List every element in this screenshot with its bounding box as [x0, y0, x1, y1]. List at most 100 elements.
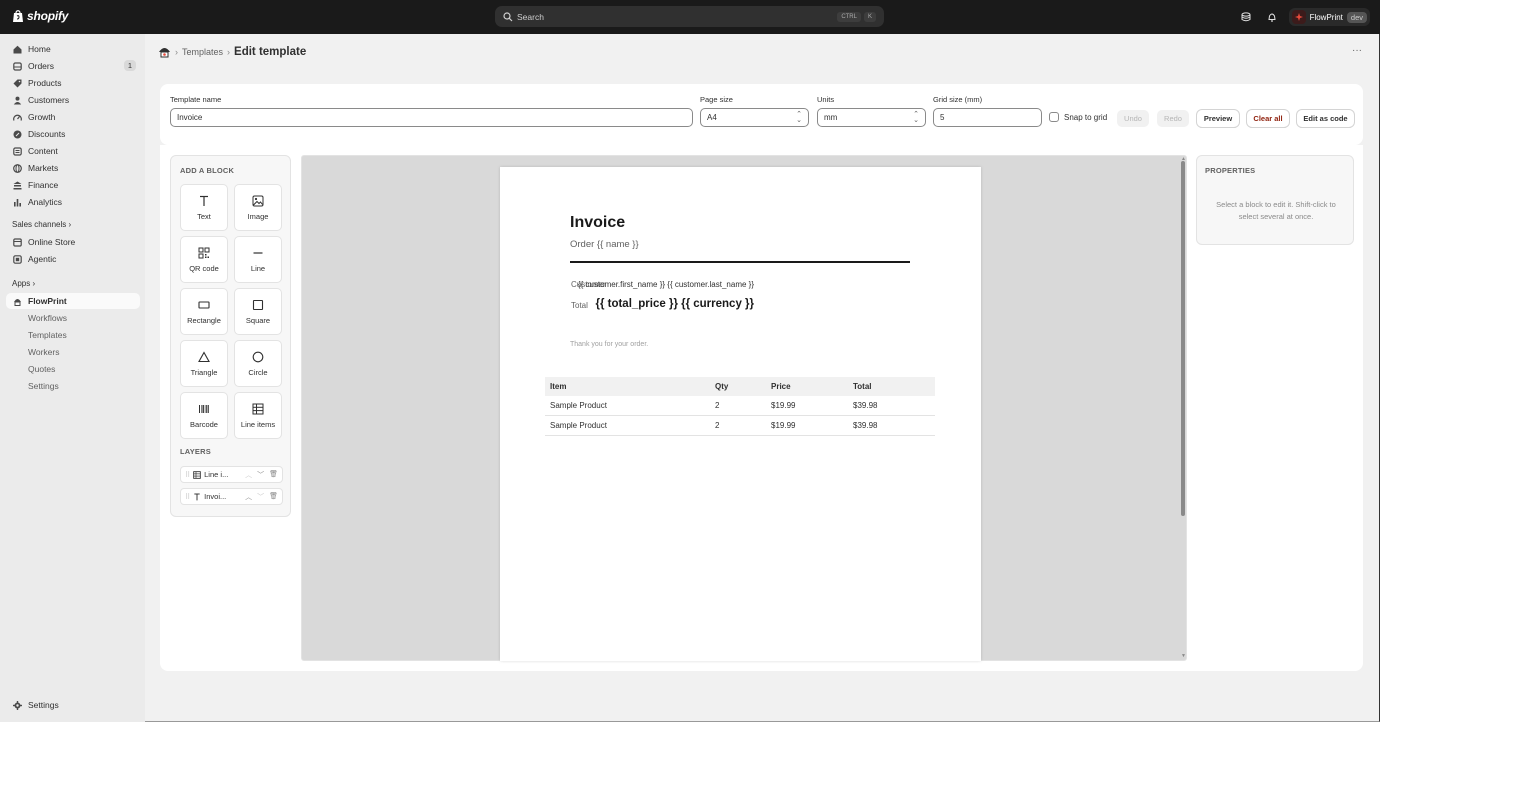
gear-icon	[13, 700, 22, 710]
triangle-icon	[198, 350, 210, 362]
add-text-block-button[interactable]: Text	[180, 184, 228, 231]
sidebar-item-content[interactable]: Content	[6, 143, 140, 159]
sidebar-item-label: Agentic	[28, 254, 57, 264]
agentic-icon	[13, 254, 22, 264]
drag-handle-icon[interactable]: ⠿	[185, 493, 190, 501]
customer-value[interactable]: {{ customer.first_name }} {{ customer.la…	[578, 280, 754, 289]
apps-label: Apps	[12, 279, 31, 288]
sidebar-item-label: Home	[28, 44, 51, 54]
sidebar-item-growth[interactable]: Growth	[6, 109, 140, 125]
sidebar-item-discounts[interactable]: Discounts	[6, 126, 140, 142]
person-icon	[13, 96, 22, 105]
checkbox-box[interactable]	[1049, 112, 1059, 122]
add-line-items-block-button[interactable]: Line items	[234, 392, 282, 439]
tag-icon	[13, 79, 22, 88]
bell-icon[interactable]	[1263, 8, 1281, 26]
layer-label: Line i...	[204, 470, 229, 479]
total-label[interactable]: Total	[571, 301, 588, 310]
sidebar-item-templates[interactable]: Templates	[6, 327, 140, 343]
add-qr-code-block-button[interactable]: QR code	[180, 236, 228, 283]
add-barcode-block-button[interactable]: Barcode	[180, 392, 228, 439]
column-header: Total	[848, 377, 935, 396]
trash-icon[interactable]: 🗑︎	[269, 492, 278, 502]
sidebar-item-products[interactable]: Products	[6, 75, 140, 91]
scroll-down-arrow-icon[interactable]: ▼	[1181, 653, 1186, 659]
sidebar-item-flowprint[interactable]: FlowPrint	[6, 293, 140, 309]
block-label: QR code	[189, 263, 219, 273]
sidebar-item-label: Analytics	[28, 197, 63, 207]
line-items-table[interactable]: Item Qty Price Total Sample Product 2 $1…	[545, 377, 935, 436]
barcode-icon	[199, 404, 209, 413]
select-arrows-icon: ⌃ ⌄	[913, 111, 919, 124]
sidebar-item-finance[interactable]: Finance	[6, 177, 140, 193]
sidebar-item-agentic[interactable]: Agentic	[6, 251, 140, 267]
template-name-input[interactable]: Invoice	[170, 108, 693, 127]
sidebar-item-online-store[interactable]: Online Store	[6, 234, 140, 250]
move-up-icon[interactable]: ︿	[245, 492, 252, 502]
sidebar-item-markets[interactable]: Markets	[6, 160, 140, 176]
sidebar-item-quotes[interactable]: Quotes	[6, 361, 140, 377]
layers-title: LAYERS	[180, 447, 211, 456]
snap-to-grid-checkbox[interactable]: Snap to grid	[1049, 112, 1107, 122]
trash-icon[interactable]: 🗑︎	[269, 470, 278, 480]
sidebar-item-orders[interactable]: Orders 1	[6, 58, 140, 74]
table-cell: 2	[710, 415, 766, 436]
undo-button[interactable]: Undo	[1117, 110, 1149, 127]
more-actions-button[interactable]: ···	[1352, 45, 1362, 56]
layer-row[interactable]: ⠿ Line i... ︿ ﹀ 🗑︎	[180, 466, 283, 483]
store-switcher[interactable]: FlowPrint dev	[1288, 8, 1370, 26]
breadcrumb-templates-link[interactable]: Templates	[182, 47, 223, 57]
add-line-block-button[interactable]: Line	[234, 236, 282, 283]
breadcrumb-separator-icon: ›	[175, 46, 178, 57]
sidebar-item-app-settings[interactable]: Settings	[6, 378, 140, 394]
sidebar-item-workflows[interactable]: Workflows	[6, 310, 140, 326]
invoice-title-block[interactable]: Invoice	[570, 214, 625, 232]
qr-code-icon	[198, 247, 210, 258]
redo-button[interactable]: Redo	[1157, 110, 1189, 127]
sidebar-item-workers[interactable]: Workers	[6, 344, 140, 360]
sidebar-item-analytics[interactable]: Analytics	[6, 194, 140, 210]
sidebar-item-customers[interactable]: Customers	[6, 92, 140, 108]
total-value[interactable]: {{ total_price }} {{ currency }}	[595, 298, 754, 310]
flowprint-icon	[13, 297, 22, 306]
add-square-block-button[interactable]: Square	[234, 288, 282, 335]
content-icon	[13, 146, 22, 156]
text-icon	[200, 195, 208, 206]
database-icon[interactable]	[1237, 8, 1255, 26]
store-avatar-icon	[1291, 10, 1306, 24]
block-label: Image	[247, 211, 269, 221]
move-down-icon[interactable]: ﹀	[257, 492, 264, 502]
column-header: Qty	[710, 377, 766, 396]
flowprint-app-icon[interactable]	[158, 45, 171, 58]
sales-channels-label: Sales channels	[12, 220, 67, 229]
add-image-block-button[interactable]: Image	[234, 184, 282, 231]
app-window: shopify Search CTRL K FlowPrint dev Home…	[0, 0, 1380, 722]
layer-row[interactable]: ⠿ Invoi... ︿ ﹀ 🗑︎	[180, 488, 283, 505]
template-name-value: Invoice	[177, 113, 203, 122]
search-input[interactable]: Search CTRL K	[495, 6, 884, 27]
grid-size-input[interactable]: 5	[933, 108, 1042, 127]
move-down-icon[interactable]: ﹀	[257, 470, 264, 480]
page-size-select[interactable]: A4 ⌃ ⌄	[700, 108, 809, 127]
apps-heading[interactable]: Apps ›	[12, 279, 35, 288]
divider-line-block[interactable]	[570, 261, 910, 263]
preview-button[interactable]: Preview	[1197, 110, 1239, 127]
shopify-logo[interactable]: shopify	[12, 9, 68, 23]
sidebar-item-settings[interactable]: Settings	[6, 697, 140, 713]
clear-all-button[interactable]: Clear all	[1247, 110, 1289, 127]
sidebar-item-home[interactable]: Home	[6, 41, 140, 57]
sales-channels-heading[interactable]: Sales channels ›	[12, 220, 71, 229]
drag-handle-icon[interactable]: ⠿	[185, 471, 190, 479]
move-up-icon[interactable]: ︿	[245, 470, 252, 480]
add-rectangle-block-button[interactable]: Rectangle	[180, 288, 228, 335]
layer-controls: ︿ ﹀ 🗑︎	[245, 492, 278, 502]
add-circle-block-button[interactable]: Circle	[234, 340, 282, 387]
units-select[interactable]: mm ⌃ ⌄	[817, 108, 926, 127]
thank-you-text[interactable]: Thank you for your order.	[570, 341, 648, 348]
edit-as-code-button[interactable]: Edit as code	[1297, 110, 1354, 127]
add-triangle-block-button[interactable]: Triangle	[180, 340, 228, 387]
bar-chart-icon	[13, 198, 22, 207]
column-header: Price	[766, 377, 848, 396]
order-name-text[interactable]: Order {{ name }}	[570, 239, 639, 250]
canvas-scrollbar[interactable]	[1181, 161, 1185, 516]
